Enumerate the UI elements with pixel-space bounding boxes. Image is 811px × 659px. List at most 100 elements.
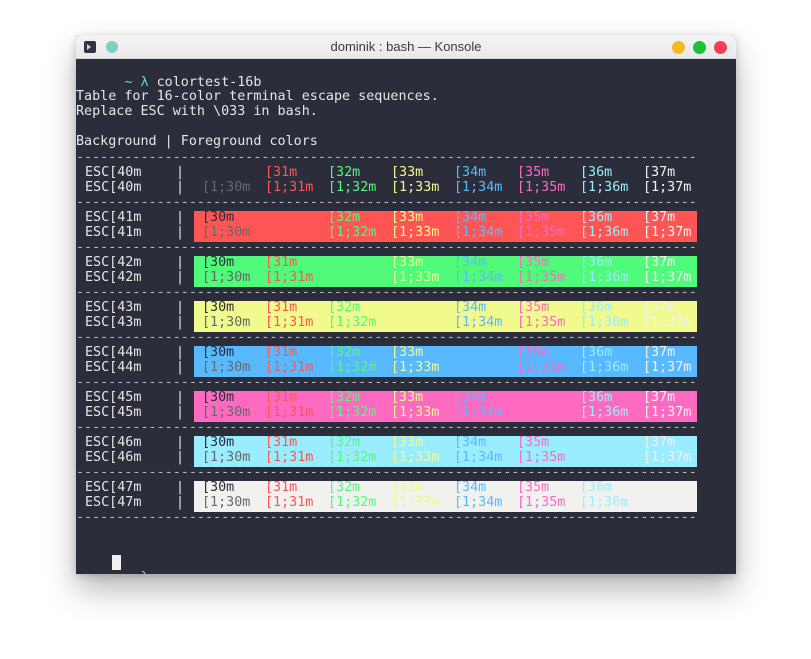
fg-sample-33: [33m <box>391 210 424 225</box>
fg-sample-33-bold: [1;33m <box>391 450 440 465</box>
maximize-icon[interactable] <box>693 41 706 54</box>
fg-sample-34-bold: [1;34m <box>454 315 503 330</box>
fg-sample-36: [36m <box>580 210 613 225</box>
fg-sample-30-bold: [1;30m <box>202 405 251 420</box>
fg-sample-32: [32m <box>328 255 361 270</box>
fg-sample-30-bold: [1;30m <box>202 360 251 375</box>
fg-sample-34: [34m <box>454 165 487 180</box>
fg-sample-37-bold: [1;37m <box>643 405 692 420</box>
fg-sample-36-bold: [1;36m <box>580 315 629 330</box>
fg-sample-36-bold: [1;36m <box>580 180 629 195</box>
fg-sample-37-bold: [1;37m <box>643 360 692 375</box>
separator-line: ----------------------------------------… <box>76 420 697 435</box>
fg-sample-30: [30m <box>202 210 235 225</box>
fg-sample-31-bold: [1;31m <box>265 360 314 375</box>
fg-sample-32: [32m <box>328 480 361 495</box>
bg-code-label: ESC[40m <box>85 165 142 180</box>
fg-sample-31-bold: [1;31m <box>265 180 314 195</box>
column-pipe: | <box>176 210 185 225</box>
fg-sample-32-bold: [1;32m <box>328 225 377 240</box>
fg-sample-33-bold: [1;33m <box>391 360 440 375</box>
fg-sample-36: [36m <box>580 165 613 180</box>
separator-line: ----------------------------------------… <box>76 330 697 345</box>
fg-sample-36: [36m <box>580 480 613 495</box>
fg-sample-36: [36m <box>580 435 613 450</box>
text-cursor <box>112 555 121 570</box>
bg-code-label: ESC[47m <box>85 495 142 510</box>
fg-sample-37: [37m <box>643 480 676 495</box>
fg-sample-37: [37m <box>643 390 676 405</box>
bg-code-label: ESC[42m <box>85 270 142 285</box>
bg-code-label: ESC[47m <box>85 480 142 495</box>
fg-sample-37-bold: [1;37m <box>643 180 692 195</box>
separator-line: ----------------------------------------… <box>76 240 697 255</box>
fg-sample-33: [33m <box>391 165 424 180</box>
fg-sample-34: [34m <box>454 255 487 270</box>
fg-sample-32-bold: [1;32m <box>328 495 377 510</box>
separator-line: ----------------------------------------… <box>76 150 697 165</box>
fg-sample-31-bold: [1;31m <box>265 315 314 330</box>
fg-sample-33-bold: [1;33m <box>391 495 440 510</box>
fg-sample-33: [33m <box>391 255 424 270</box>
column-pipe: | <box>176 180 185 195</box>
intro-line-1: Table for 16-color terminal escape seque… <box>76 89 439 104</box>
fg-sample-34: [34m <box>454 435 487 450</box>
bg-code-label: ESC[42m <box>85 255 142 270</box>
fg-sample-31: [31m <box>265 480 298 495</box>
fg-sample-33-bold: [1;33m <box>391 180 440 195</box>
prompt: ~ λ <box>124 570 148 574</box>
fg-sample-33: [33m <box>391 435 424 450</box>
terminal-area[interactable]: ~ λ colortest-16b Table for 16-color ter… <box>76 59 736 574</box>
fg-sample-30-bold: [1;30m <box>202 495 251 510</box>
column-pipe: | <box>176 495 185 510</box>
fg-sample-34: [34m <box>454 345 487 360</box>
fg-sample-30-bold: [1;30m <box>202 225 251 240</box>
fg-sample-36: [36m <box>580 390 613 405</box>
fg-sample-35: [35m <box>517 255 550 270</box>
separator-line: ----------------------------------------… <box>76 510 697 525</box>
fg-sample-37-bold: [1;37m <box>643 270 692 285</box>
fg-sample-34: [34m <box>454 210 487 225</box>
fg-sample-31: [31m <box>265 435 298 450</box>
bg-code-label: ESC[44m <box>85 360 142 375</box>
bg-code-label: ESC[46m <box>85 450 142 465</box>
fg-sample-37: [37m <box>643 165 676 180</box>
fg-sample-33: [33m <box>391 390 424 405</box>
fg-sample-37-bold: [1;37m <box>643 450 692 465</box>
fg-sample-31-bold: [1;31m <box>265 450 314 465</box>
fg-sample-31: [31m <box>265 300 298 315</box>
separator-line: ----------------------------------------… <box>76 285 697 300</box>
fg-sample-34: [34m <box>454 480 487 495</box>
fg-sample-35: [35m <box>517 390 550 405</box>
fg-sample-34-bold: [1;34m <box>454 225 503 240</box>
fg-sample-35-bold: [1;35m <box>517 180 566 195</box>
fg-sample-32: [32m <box>328 165 361 180</box>
fg-sample-30: [30m <box>202 300 235 315</box>
column-pipe: | <box>176 480 185 495</box>
fg-sample-32: [32m <box>328 390 361 405</box>
fg-sample-37-bold: [1;37m <box>643 225 692 240</box>
fg-sample-37-bold: [1;37m <box>643 495 692 510</box>
bg-code-label: ESC[41m <box>85 210 142 225</box>
fg-sample-35-bold: [1;35m <box>517 450 566 465</box>
bg-code-label: ESC[40m <box>85 180 142 195</box>
title-bar[interactable]: dominik : bash — Konsole <box>76 35 736 59</box>
close-icon[interactable] <box>714 41 727 54</box>
fg-sample-32: [32m <box>328 300 361 315</box>
bg-code-label: ESC[43m <box>85 315 142 330</box>
fg-sample-30-bold: [1;30m <box>202 270 251 285</box>
fg-sample-37: [37m <box>643 435 676 450</box>
bg-code-label: ESC[43m <box>85 300 142 315</box>
prompt: ~ λ <box>124 75 149 90</box>
column-pipe: | <box>176 300 185 315</box>
fg-sample-30: [30m <box>202 435 235 450</box>
fg-sample-30: [30m <box>202 345 235 360</box>
minimize-icon[interactable] <box>672 41 685 54</box>
fg-sample-31-bold: [1;31m <box>265 225 314 240</box>
fg-sample-31: [31m <box>265 390 298 405</box>
fg-sample-36-bold: [1;36m <box>580 405 629 420</box>
fg-sample-31: [31m <box>265 165 298 180</box>
fg-sample-32-bold: [1;32m <box>328 450 377 465</box>
fg-sample-36-bold: [1;36m <box>580 360 629 375</box>
fg-sample-35: [35m <box>517 165 550 180</box>
